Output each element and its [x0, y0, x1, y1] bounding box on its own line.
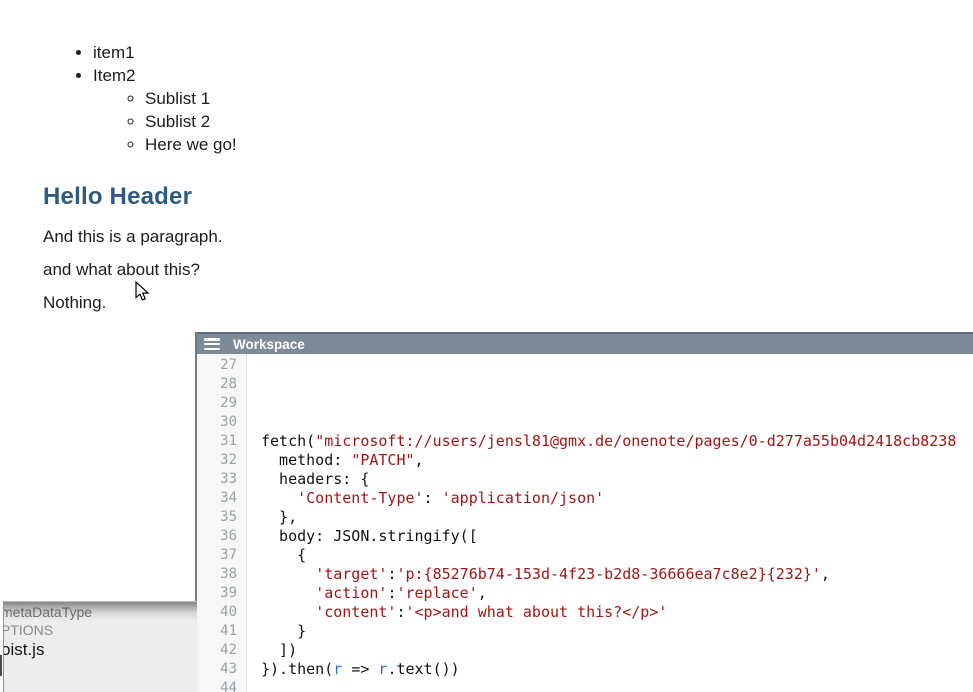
editor-body: 272829303132333435363738394041424344 fet…: [197, 354, 973, 692]
line-number: 36: [197, 527, 246, 546]
code-line: fetch("microsoft://users/jensl81@gmx.de/…: [261, 432, 973, 451]
code-line: method: "PATCH",: [261, 451, 973, 470]
sublist-item: Sublist 2: [145, 110, 237, 133]
autocomplete-popup: metaDataType PTIONS oist.js: [3, 601, 197, 692]
line-number: 29: [197, 394, 246, 413]
code-line: [261, 375, 973, 394]
sublist-item: Here we go!: [145, 133, 237, 156]
line-number: 32: [197, 451, 246, 470]
line-number: 34: [197, 489, 246, 508]
line-number: 30: [197, 413, 246, 432]
code-line: headers: {: [261, 470, 973, 489]
code-line: [261, 413, 973, 432]
code-line: [261, 394, 973, 413]
line-number: 28: [197, 375, 246, 394]
list-item: item1: [93, 41, 237, 64]
code-line: 'content':'<p>and what about this?</p>': [261, 603, 973, 622]
list-item: Item2Sublist 1Sublist 2Here we go!: [93, 64, 237, 156]
line-number: 33: [197, 470, 246, 489]
line-number: 31: [197, 432, 246, 451]
line-number: 43: [197, 660, 246, 679]
workspace-panel: Workspace 272829303132333435363738394041…: [195, 332, 973, 692]
document-content: item1Item2Sublist 1Sublist 2Here we go! …: [43, 41, 237, 313]
page-title: Hello Header: [43, 183, 237, 211]
workspace-header: Workspace: [197, 332, 973, 354]
code-line: ]): [261, 641, 973, 660]
code-line: {: [261, 546, 973, 565]
line-number: 42: [197, 641, 246, 660]
line-number: 40: [197, 603, 246, 622]
bullet-list: item1Item2Sublist 1Sublist 2Here we go!: [43, 41, 237, 156]
mouse-cursor-icon: [135, 281, 152, 304]
line-number-gutter: 272829303132333435363738394041424344: [197, 354, 247, 692]
line-number: 44: [197, 679, 246, 692]
popup-item[interactable]: metaDataType: [3, 604, 92, 620]
line-number: 37: [197, 546, 246, 565]
line-number: 38: [197, 565, 246, 584]
paragraph: And this is a paragraph.: [43, 227, 237, 247]
code-line: 'action':'replace',: [261, 584, 973, 603]
menu-icon[interactable]: [204, 338, 220, 350]
workspace-title: Workspace: [233, 337, 305, 352]
code-line: [261, 356, 973, 375]
line-number: 39: [197, 584, 246, 603]
code-editor[interactable]: fetch("microsoft://users/jensl81@gmx.de/…: [247, 354, 973, 692]
code-line: }).then(r => r.text()): [261, 660, 973, 679]
code-line: 'target':'p:{85276b74-153d-4f23-b2d8-366…: [261, 565, 973, 584]
code-line: },: [261, 508, 973, 527]
line-number: 41: [197, 622, 246, 641]
sublist: Sublist 1Sublist 2Here we go!: [93, 87, 237, 156]
code-line: body: JSON.stringify([: [261, 527, 973, 546]
line-number: 27: [197, 356, 246, 375]
popup-item[interactable]: oist.js: [3, 640, 44, 660]
line-number: 35: [197, 508, 246, 527]
code-line: [261, 679, 973, 692]
paragraph: and what about this?: [43, 260, 237, 280]
code-line: 'Content-Type': 'application/json': [261, 489, 973, 508]
sublist-item: Sublist 1: [145, 87, 237, 110]
code-line: }: [261, 622, 973, 641]
popup-item[interactable]: PTIONS: [3, 622, 53, 638]
left-edge-handle: [0, 655, 2, 676]
